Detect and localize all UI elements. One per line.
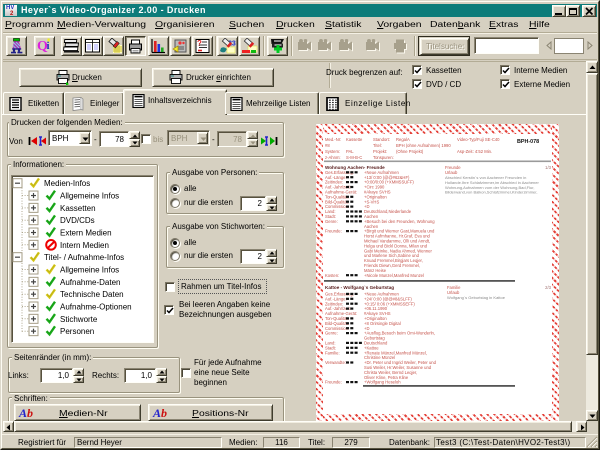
svg-text:Technische Daten: Technische Daten [60, 290, 124, 299]
svg-text:2/3: 2/3 [545, 285, 551, 290]
svg-text:Projekt:: Projekt: [373, 149, 387, 154]
svg-text:Kassetten: Kassetten [60, 204, 96, 213]
svg-text:BPH (ohne Aufnahmen) 1990: BPH (ohne Aufnahmen) 1990 [396, 143, 451, 148]
svg-text:Medien-Infos: Medien-Infos [44, 179, 90, 188]
svg-text:Allgemeine Infos: Allgemeine Infos [60, 266, 119, 275]
svg-text:Extern Medien: Extern Medien [60, 229, 112, 238]
svg-text:PAL: PAL [346, 149, 354, 154]
svg-text:Med.-Nr:: Med.-Nr: [325, 137, 341, 142]
svg-text:Familie:: Familie: [325, 350, 340, 355]
svg-text:System:: System: [325, 149, 340, 154]
svg-text:Standort:: Standort: [373, 137, 390, 142]
svg-text:+Nicole Munzel,Manfred Munzel: +Nicole Munzel,Manfred Munzel [364, 273, 424, 278]
svg-text:Stichworte: Stichworte [60, 315, 98, 324]
svg-text:Video-Typ/Fuji SE-C40: Video-Typ/Fuji SE-C40 [457, 137, 500, 142]
svg-text:Aufnahme-Optionen: Aufnahme-Optionen [60, 303, 132, 312]
svg-text:?: ? [197, 39, 202, 48]
svg-text:Freunde:: Freunde: [325, 380, 342, 385]
svg-text:1/3: 1/3 [545, 165, 551, 170]
svg-text:Genre:: Genre: [325, 331, 338, 336]
svg-text:Freunde:: Freunde: [325, 229, 342, 234]
svg-text:+8 Orirsingle Digital: +8 Orirsingle Digital [364, 321, 401, 326]
svg-text:+Wolfgang Heseloh: +Wolfgang Heseloh [364, 380, 401, 385]
svg-text:Personen: Personen [60, 327, 94, 336]
svg-text:Asp-Zeit: 4:52 Min.: Asp-Zeit: 4:52 Min. [457, 149, 492, 154]
svg-text:Aufnahme-Daten: Aufnahme-Daten [60, 278, 120, 287]
svg-text:Kassette: Kassette [346, 137, 363, 142]
svg-text:Bilderwand,von Balkon,Schlafzi: Bilderwand,von Balkon,Schlafzimmer,Kinde… [445, 190, 537, 195]
svg-text:Genre:: Genre: [325, 219, 338, 224]
svg-text:S-M-B-C: S-M-B-C [346, 155, 362, 160]
svg-text:Allgemeine Infos: Allgemeine Infos [60, 192, 119, 201]
svg-text:BPH-078: BPH-078 [517, 139, 539, 145]
svg-text:RegalA: RegalA [396, 137, 410, 142]
svg-text:DVD/CDs: DVD/CDs [60, 216, 95, 225]
svg-text:Intern Medien: Intern Medien [60, 241, 109, 250]
svg-text:Verwandte:: Verwandte: [325, 360, 346, 365]
svg-text:Wolfgang`s Geburtstag in Katto: Wolfgang`s Geburtstag in Kattoe [447, 295, 506, 300]
svg-text:Kosten:: Kosten: [325, 273, 339, 278]
svg-text:#8: #8 [325, 143, 330, 148]
svg-text:Titel- / Aufnahme-Infos: Titel- / Aufnahme-Infos [44, 253, 124, 262]
svg-text:i: i [47, 40, 50, 52]
svg-text:z-Ahnm:: z-Ahnm: [325, 155, 341, 160]
svg-text:(Ohne Projekt): (Ohne Projekt) [396, 149, 424, 154]
svg-text:Tonspuren:: Tonspuren: [373, 155, 394, 160]
svg-text:Titel:: Titel: [373, 143, 382, 148]
svg-text:Kattoe - Wolfgang`s Geburtstag: Kattoe - Wolfgang`s Geburtstag [325, 285, 394, 290]
